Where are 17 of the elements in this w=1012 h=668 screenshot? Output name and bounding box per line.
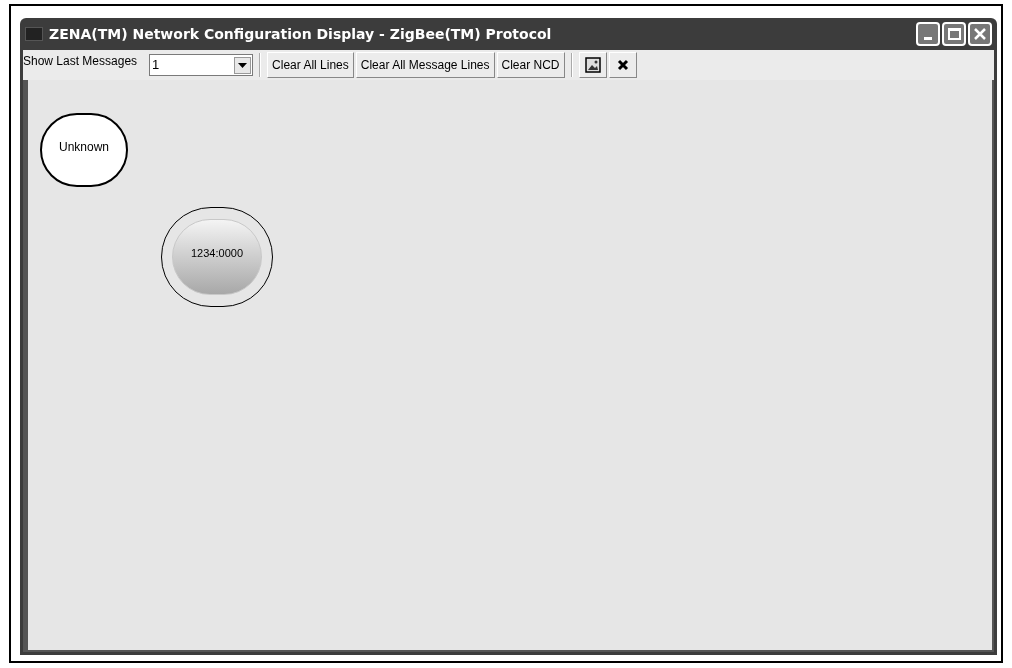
messages-dropdown[interactable]: 1 xyxy=(149,54,254,76)
app-icon xyxy=(25,27,43,41)
close-icon xyxy=(973,27,987,41)
x-icon xyxy=(616,59,629,71)
show-last-messages-label: Show Last Messages xyxy=(23,53,138,70)
minimize-button[interactable] xyxy=(916,22,940,46)
image-icon xyxy=(584,57,601,73)
toolbar-button[interactable]: Clear NCD xyxy=(496,52,565,78)
toolbar-button[interactable]: Clear All Message Lines xyxy=(355,52,495,78)
toolbar-button[interactable]: Clear All Lines xyxy=(267,52,354,78)
window-title: ZENA(TM) Network Configuration Display - ZigBee(TM) Protocol xyxy=(49,24,553,44)
maximize-button[interactable] xyxy=(942,22,966,46)
network-node[interactable]: Unknown xyxy=(40,113,128,187)
picture-button[interactable] xyxy=(578,52,607,78)
delete-button[interactable] xyxy=(608,52,637,78)
dropdown-arrow-icon xyxy=(238,62,248,68)
close-button[interactable] xyxy=(968,22,992,46)
